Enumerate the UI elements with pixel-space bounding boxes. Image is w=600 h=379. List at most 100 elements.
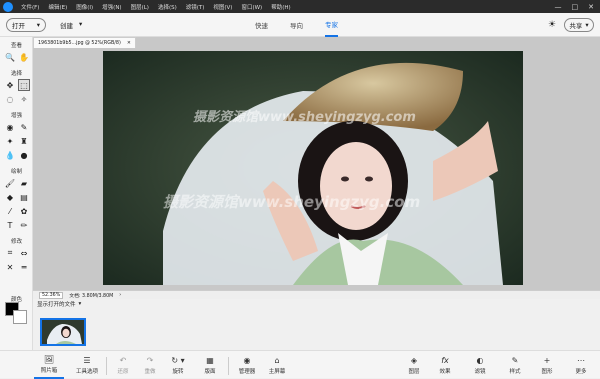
- chevron-right-icon[interactable]: ›: [119, 293, 121, 298]
- layers-button-label: 图层: [408, 369, 420, 375]
- eyedropper-icon[interactable]: ⁄: [4, 205, 16, 217]
- lasso-icon[interactable]: ◌: [4, 93, 16, 105]
- zoom-level[interactable]: 52.36%: [39, 291, 64, 299]
- straighten-icon[interactable]: ═: [18, 261, 30, 273]
- move-icon[interactable]: ✥: [4, 79, 16, 91]
- layout-button[interactable]: ▦ 版面: [195, 353, 225, 379]
- thumbnail-artwork: [42, 320, 84, 344]
- sponge-icon[interactable]: ●: [18, 149, 30, 161]
- gradient-icon[interactable]: ▤: [18, 191, 30, 203]
- recompose-icon[interactable]: ⇔: [18, 247, 30, 259]
- custom-shape-icon[interactable]: ✿: [18, 205, 30, 217]
- minimize-button[interactable]: —: [555, 3, 562, 11]
- styles-button[interactable]: ✎ 样式: [500, 353, 530, 379]
- brush-icon[interactable]: 🖌: [4, 177, 16, 189]
- section-enhance: 增强: [10, 113, 22, 119]
- effects-button[interactable]: fx 效果: [430, 353, 460, 379]
- bottom-taskbar: 🖼 照片箱 ☰ 工具选项 ↶ 还原 ↷ 重做 ↻ ▾ 旋转 ▦ 版面 ◉ 管理器…: [0, 350, 600, 379]
- maximize-button[interactable]: □: [572, 3, 579, 11]
- tab-guided[interactable]: 导向: [290, 13, 303, 37]
- layers-button[interactable]: ◈ 图层: [399, 353, 429, 379]
- brightness-icon[interactable]: ☀: [548, 20, 556, 30]
- more-button-label: 更多: [575, 369, 587, 375]
- photo-bin-button[interactable]: 🖼 照片箱: [34, 353, 64, 379]
- eraser-icon[interactable]: ▰: [18, 177, 30, 189]
- chevron-down-icon: ▾: [36, 20, 40, 29]
- photo-thumbnail[interactable]: [40, 318, 86, 346]
- pencil-icon[interactable]: ✏: [18, 219, 30, 231]
- menu-image[interactable]: 图像(I): [76, 3, 93, 11]
- menu-enhance[interactable]: 增强(N): [102, 3, 121, 11]
- clone-stamp-icon[interactable]: ♜: [18, 135, 30, 147]
- smart-brush-icon[interactable]: ✦: [4, 135, 16, 147]
- marquee-icon[interactable]: ⬚: [18, 79, 30, 91]
- menu-file[interactable]: 文件(F): [21, 3, 39, 11]
- tab-expert[interactable]: 专家: [325, 13, 338, 37]
- home-screen-button[interactable]: ⌂ 主屏幕: [262, 353, 292, 379]
- more-button[interactable]: ⋯ 更多: [566, 353, 596, 379]
- layout-icon: ▦: [206, 356, 214, 365]
- section-draw: 绘制: [10, 169, 22, 175]
- layout-button-label: 版面: [204, 369, 216, 375]
- content-move-icon[interactable]: ✕: [4, 261, 16, 273]
- redo-icon: ↷: [146, 356, 154, 365]
- menu-edit[interactable]: 编辑(E): [48, 3, 67, 11]
- paint-bucket-icon[interactable]: ◆: [4, 191, 16, 203]
- home-icon: ⌂: [274, 356, 280, 365]
- rotate-button[interactable]: ↻ ▾ 旋转: [163, 353, 193, 379]
- create-label: 创建: [60, 21, 73, 30]
- menu-view[interactable]: 视图(V): [213, 3, 232, 11]
- photo-bin-header[interactable]: 显示打开的文件 ▾: [33, 299, 600, 309]
- chevron-down-icon: ▾: [78, 301, 82, 307]
- close-button[interactable]: ✕: [588, 3, 594, 11]
- tab-quick[interactable]: 快速: [255, 13, 268, 37]
- redo-button-label: 重做: [144, 369, 156, 375]
- section-view: 查看: [10, 43, 22, 49]
- crop-icon[interactable]: ⌗: [4, 247, 16, 259]
- create-button[interactable]: 创建 ▾: [60, 20, 82, 30]
- document-tab-title: 1963801b9b5...jpg @ 52%(RGB/8): [38, 40, 121, 46]
- zoom-icon[interactable]: 🔍: [4, 51, 16, 63]
- graphics-icon: +: [543, 356, 551, 365]
- close-icon[interactable]: ✕: [127, 41, 131, 46]
- eye-icon[interactable]: ◉: [4, 121, 16, 133]
- hand-icon[interactable]: ✋: [18, 51, 30, 63]
- menu-select[interactable]: 选择(S): [158, 3, 177, 11]
- document-tab[interactable]: 1963801b9b5...jpg @ 52%(RGB/8) ✕: [33, 37, 136, 48]
- filters-button[interactable]: ◐ 滤镜: [465, 353, 495, 379]
- menu-bar: 文件(F) 编辑(E) 图像(I) 增强(N) 图层(L) 选择(S) 滤镜(T…: [0, 0, 600, 13]
- filters-button-label: 滤镜: [474, 369, 486, 375]
- menu-help[interactable]: 帮助(H): [271, 3, 290, 11]
- quick-select-icon[interactable]: ✧: [18, 93, 30, 105]
- redo-button[interactable]: ↷ 重做: [135, 353, 165, 379]
- undo-button-label: 还原: [117, 369, 129, 375]
- home-screen-button-label: 主屏幕: [268, 369, 286, 375]
- graphics-button[interactable]: + 图形: [532, 353, 562, 379]
- menu-layer[interactable]: 图层(L): [131, 3, 149, 11]
- status-bar: 52.36% 文档: 3.80M/3.80M ›: [33, 290, 600, 299]
- section-select: 选择: [10, 71, 22, 77]
- background-color[interactable]: [13, 310, 27, 324]
- document-canvas[interactable]: 1963801b9b5...jpg @ 52%(RGB/8) ✕ 摄影资源馆ww…: [33, 37, 600, 290]
- menu-window[interactable]: 窗口(W): [241, 3, 262, 11]
- effects-icon: fx: [441, 356, 449, 365]
- organizer-icon: ◉: [243, 356, 251, 365]
- undo-icon: ↶: [119, 356, 127, 365]
- chevron-down-icon: ▾: [79, 19, 83, 28]
- doc-info: 文档: 3.80M/3.80M: [69, 293, 114, 299]
- blur-icon[interactable]: 💧: [4, 149, 16, 161]
- menu-filter[interactable]: 滤镜(T): [186, 3, 205, 11]
- chevron-down-icon: ▾: [585, 20, 589, 29]
- layers-icon: ◈: [410, 356, 418, 365]
- organizer-button[interactable]: ◉ 管理器: [232, 353, 262, 379]
- photo-bin-label: 显示打开的文件: [37, 302, 76, 308]
- separator: [106, 357, 107, 375]
- color-swatches[interactable]: [5, 302, 29, 324]
- mode-tabs: 快速 导向 专家: [255, 13, 338, 37]
- share-button[interactable]: 共享 ▾: [564, 17, 594, 32]
- healing-brush-icon[interactable]: ✎: [18, 121, 30, 133]
- text-icon[interactable]: T: [4, 219, 16, 231]
- undo-button[interactable]: ↶ 还原: [108, 353, 138, 379]
- tool-options-button[interactable]: ☰ 工具选项: [72, 353, 102, 379]
- open-button[interactable]: 打开 ▾: [6, 17, 46, 32]
